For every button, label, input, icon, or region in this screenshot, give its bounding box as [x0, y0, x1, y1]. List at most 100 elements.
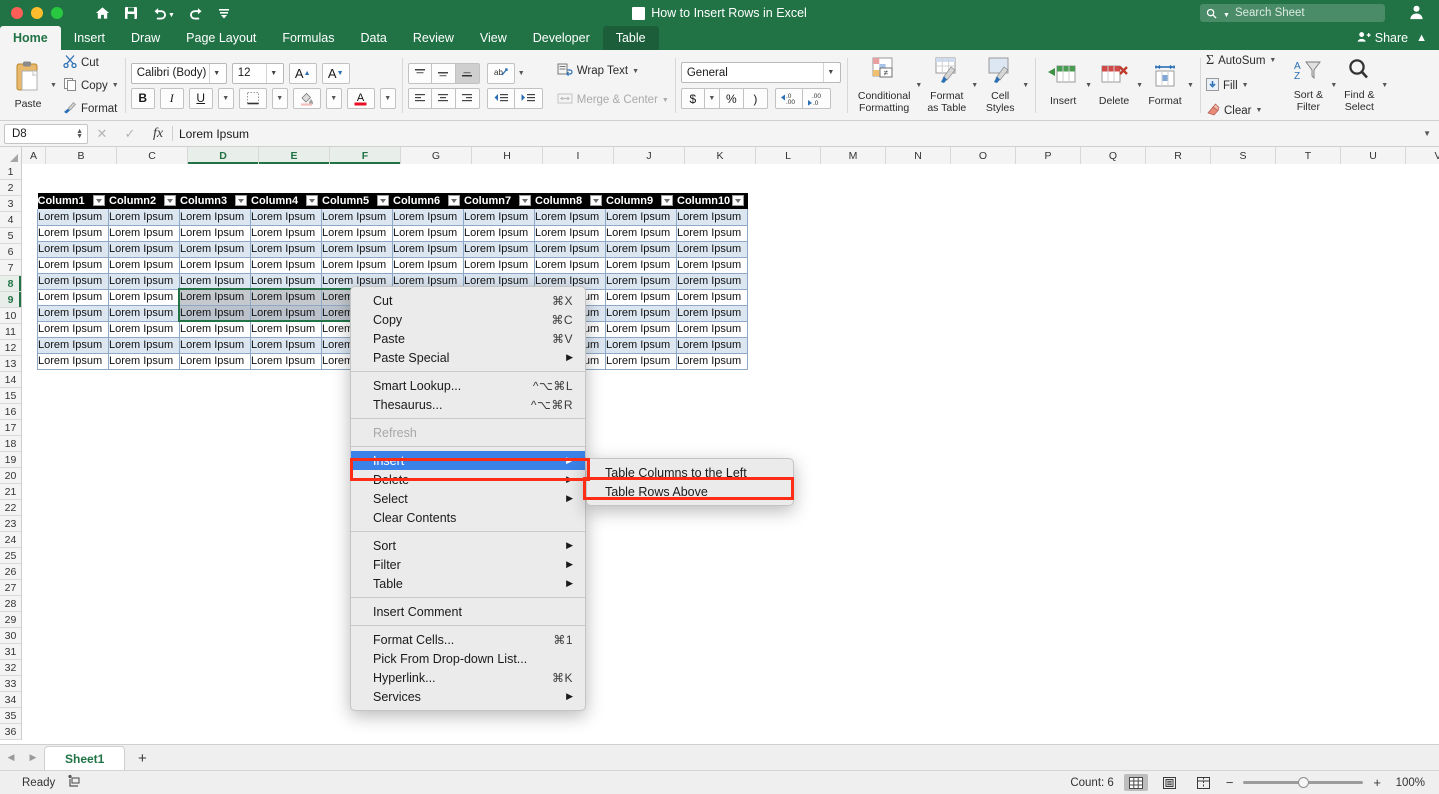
share-button[interactable]: Share — [1357, 31, 1408, 46]
clear-button[interactable]: Clear ▼ — [1206, 100, 1276, 122]
format-as-table-button[interactable]: Format as Table — [922, 55, 971, 116]
filter-dropdown-icon[interactable] — [661, 195, 673, 206]
row-header-4[interactable]: 4 — [0, 212, 22, 228]
filter-dropdown-icon[interactable] — [93, 195, 105, 206]
fill-chevron-down-icon[interactable]: ▼ — [1242, 82, 1249, 89]
page-layout-view-icon[interactable] — [1158, 774, 1182, 791]
table-cell[interactable]: Lorem Ipsum — [38, 289, 109, 305]
context-menu-item-delete[interactable]: Delete▶ — [351, 470, 585, 489]
row-header-19[interactable]: 19 — [0, 452, 22, 468]
column-header-S[interactable]: S — [1211, 147, 1276, 164]
fill-color-chevron-down-icon[interactable]: ▼ — [326, 88, 342, 109]
table-cell[interactable]: Lorem Ipsum — [606, 241, 677, 257]
cut-button[interactable]: Cut — [63, 52, 119, 74]
table-cell[interactable]: Lorem Ipsum — [606, 321, 677, 337]
select-all-corner-button[interactable] — [0, 147, 22, 164]
row-header-11[interactable]: 11 — [0, 324, 22, 340]
format-cells-chevron-down-icon[interactable]: ▼ — [1187, 82, 1194, 89]
table-cell[interactable]: Lorem Ipsum — [464, 257, 535, 273]
column-header-M[interactable]: M — [821, 147, 886, 164]
font-size-chevron-down-icon[interactable]: ▼ — [266, 64, 281, 83]
row-header-20[interactable]: 20 — [0, 468, 22, 484]
format-as-table-chevron-down-icon[interactable]: ▼ — [971, 82, 978, 89]
autosum-button[interactable]: Σ AutoSum ▼ — [1206, 50, 1276, 72]
table-cell[interactable]: Lorem Ipsum — [251, 305, 322, 321]
table-cell[interactable]: Lorem Ipsum — [180, 353, 251, 369]
save-icon[interactable] — [124, 6, 138, 20]
row-header-24[interactable]: 24 — [0, 532, 22, 548]
font-size-select[interactable]: 12 ▼ — [232, 63, 284, 84]
insert-submenu[interactable]: Table Columns to the LeftTable Rows Abov… — [586, 458, 794, 506]
table-cell[interactable]: Lorem Ipsum — [38, 209, 109, 225]
table-cell[interactable]: Lorem Ipsum — [38, 273, 109, 289]
underline-chevron-down-icon[interactable]: ▼ — [218, 88, 234, 109]
customize-toolbar-icon[interactable] — [218, 7, 230, 19]
context-menu-item-pick-from-drop-down-list[interactable]: Pick From Drop-down List... — [351, 649, 585, 668]
row-header-17[interactable]: 17 — [0, 420, 22, 436]
sort-filter-chevron-down-icon[interactable]: ▼ — [1330, 82, 1337, 89]
row-header-3[interactable]: 3 — [0, 196, 22, 212]
sheet-tab-sheet1[interactable]: Sheet1 — [44, 746, 125, 770]
orientation-button[interactable]: ab — [487, 63, 515, 84]
column-header-N[interactable]: N — [886, 147, 951, 164]
font-color-button[interactable]: A — [347, 88, 375, 109]
table-cell[interactable]: Lorem Ipsum — [38, 225, 109, 241]
undo-icon[interactable]: ▼ — [152, 7, 175, 20]
table-cell[interactable]: Lorem Ipsum — [109, 321, 180, 337]
name-box-spinner[interactable]: ▲▼ — [76, 129, 83, 139]
row-header-26[interactable]: 26 — [0, 564, 22, 580]
table-cell[interactable]: Lorem Ipsum — [535, 241, 606, 257]
table-cell[interactable]: Lorem Ipsum — [109, 225, 180, 241]
borders-chevron-down-icon[interactable]: ▼ — [272, 88, 288, 109]
decrease-indent-button[interactable] — [487, 88, 515, 109]
filter-dropdown-icon[interactable] — [306, 195, 318, 206]
insert-function-button[interactable]: fx — [144, 125, 172, 142]
table-cell[interactable]: Lorem Ipsum — [393, 241, 464, 257]
row-header-22[interactable]: 22 — [0, 500, 22, 516]
context-menu-item-filter[interactable]: Filter▶ — [351, 555, 585, 574]
paste-dropdown-chevron-down-icon[interactable]: ▼ — [50, 82, 57, 89]
column-header-K[interactable]: K — [685, 147, 756, 164]
find-select-button[interactable]: Find & Select — [1337, 56, 1381, 115]
minimize-window-button[interactable] — [31, 7, 43, 19]
tab-formulas[interactable]: Formulas — [269, 26, 347, 50]
increase-indent-button[interactable] — [515, 88, 543, 109]
context-menu-item-insert[interactable]: Insert▶ — [351, 451, 585, 470]
column-header-L[interactable]: L — [756, 147, 821, 164]
comma-format-button[interactable]: ) — [744, 88, 768, 109]
table-cell[interactable]: Lorem Ipsum — [38, 337, 109, 353]
table-cell[interactable]: Lorem Ipsum — [464, 225, 535, 241]
context-menu-item-paste[interactable]: Paste⌘V — [351, 329, 585, 348]
table-cell[interactable]: Lorem Ipsum — [535, 209, 606, 225]
zoom-slider[interactable] — [1243, 781, 1363, 784]
table-cell[interactable]: Lorem Ipsum — [180, 305, 251, 321]
number-format-chevron-down-icon[interactable]: ▼ — [823, 63, 838, 82]
row-header-6[interactable]: 6 — [0, 244, 22, 260]
context-menu-item-paste-special[interactable]: Paste Special▶ — [351, 348, 585, 367]
row-header-33[interactable]: 33 — [0, 676, 22, 692]
page-layout-icon[interactable] — [67, 774, 81, 791]
column-header-A[interactable]: A — [22, 147, 46, 164]
table-cell[interactable]: Lorem Ipsum — [606, 273, 677, 289]
column-header-G[interactable]: G — [401, 147, 472, 164]
italic-button[interactable]: I — [160, 88, 184, 109]
table-cell[interactable]: Lorem Ipsum — [535, 257, 606, 273]
sort-filter-button[interactable]: AZ Sort & Filter — [1286, 56, 1330, 115]
table-cell[interactable]: Lorem Ipsum — [38, 321, 109, 337]
copy-chevron-down-icon[interactable]: ▼ — [112, 82, 119, 89]
row-header-34[interactable]: 34 — [0, 692, 22, 708]
table-cell[interactable]: Lorem Ipsum — [677, 337, 748, 353]
row-header-27[interactable]: 27 — [0, 580, 22, 596]
context-menu-item-format-cells[interactable]: Format Cells...⌘1 — [351, 630, 585, 649]
column-header-Q[interactable]: Q — [1081, 147, 1146, 164]
table-cell[interactable]: Lorem Ipsum — [464, 209, 535, 225]
align-left-button[interactable] — [408, 88, 432, 109]
table-cell[interactable]: Lorem Ipsum — [677, 289, 748, 305]
column-header-D[interactable]: D — [188, 147, 259, 164]
font-color-chevron-down-icon[interactable]: ▼ — [380, 88, 396, 109]
insert-cells-button[interactable]: Insert — [1041, 62, 1085, 109]
context-menu-item-hyperlink[interactable]: Hyperlink...⌘K — [351, 668, 585, 687]
row-header-21[interactable]: 21 — [0, 484, 22, 500]
context-menu-item-select[interactable]: Select▶ — [351, 489, 585, 508]
maximize-window-button[interactable] — [51, 7, 63, 19]
